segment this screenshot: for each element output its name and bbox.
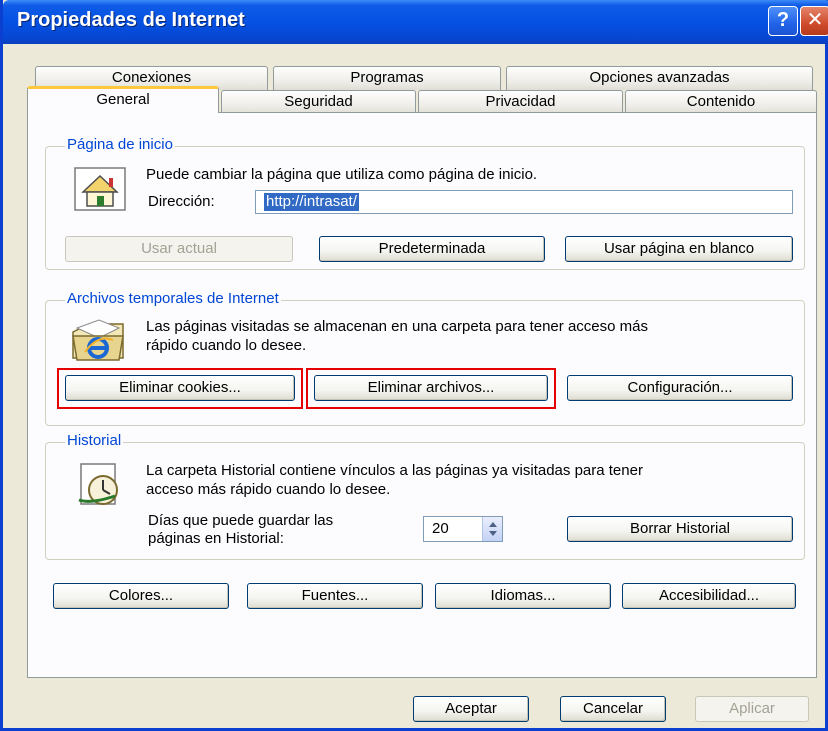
days-label-line2: páginas en Historial: [148,530,284,547]
title-bar[interactable]: Propiedades de Internet ? ✕ [3,0,828,44]
help-button[interactable]: ? [768,6,798,36]
address-input[interactable]: http://intrasat/ [255,190,793,214]
default-page-button[interactable]: Predeterminada [319,236,545,262]
home-page-icon [74,167,126,211]
delete-cookies-highlight [57,368,303,409]
delete-files-highlight [306,368,556,409]
tab-contenido[interactable]: Contenido [625,90,817,114]
days-value: 20 [432,520,449,537]
history-clock-icon [78,463,118,505]
apply-button[interactable]: Aplicar [695,696,809,722]
temp-files-group-title: Archivos temporales de Internet [65,290,281,307]
window-title: Propiedades de Internet [17,9,245,31]
tab-general[interactable]: General [27,86,219,113]
days-spinner[interactable]: 20 [423,516,503,542]
use-current-button[interactable]: Usar actual [65,236,293,262]
tab-seguridad[interactable]: Seguridad [221,90,416,114]
address-value: http://intrasat/ [264,193,359,211]
tab-opciones-avanzadas[interactable]: Opciones avanzadas [506,66,813,90]
blank-page-button[interactable]: Usar página en blanco [565,236,793,262]
accessibility-button[interactable]: Accesibilidad... [622,583,796,609]
temp-files-description-line2: rápido cuando lo desee. [146,337,307,354]
clear-history-button[interactable]: Borrar Historial [567,516,793,542]
tab-programas[interactable]: Programas [273,66,501,90]
ie-folder-icon [72,319,124,361]
history-group-title: Historial [65,432,124,449]
fonts-button[interactable]: Fuentes... [247,583,423,609]
languages-button[interactable]: Idiomas... [435,583,611,609]
home-page-description: Puede cambiar la página que utiliza como… [146,166,538,183]
spinner-arrows-icon[interactable] [482,517,502,541]
close-button[interactable]: ✕ [800,6,828,36]
ok-button[interactable]: Aceptar [413,696,529,722]
days-label-line1: Días que puede guardar las [148,512,334,529]
cancel-button[interactable]: Cancelar [560,696,666,722]
temp-files-description-line1: Las páginas visitadas se almacenan en un… [146,318,648,335]
dialog-window: Propiedades de Internet ? ✕ Conexiones P… [0,0,828,731]
history-description-line2: acceso más rápido cuando lo desee. [146,481,391,498]
home-page-group-title: Página de inicio [65,136,175,153]
history-description-line1: La carpeta Historial contiene vínculos a… [146,462,643,479]
temp-files-settings-button[interactable]: Configuración... [567,375,793,401]
colors-button[interactable]: Colores... [53,583,229,609]
address-label: Dirección: [148,193,215,210]
tab-privacidad[interactable]: Privacidad [418,90,623,114]
